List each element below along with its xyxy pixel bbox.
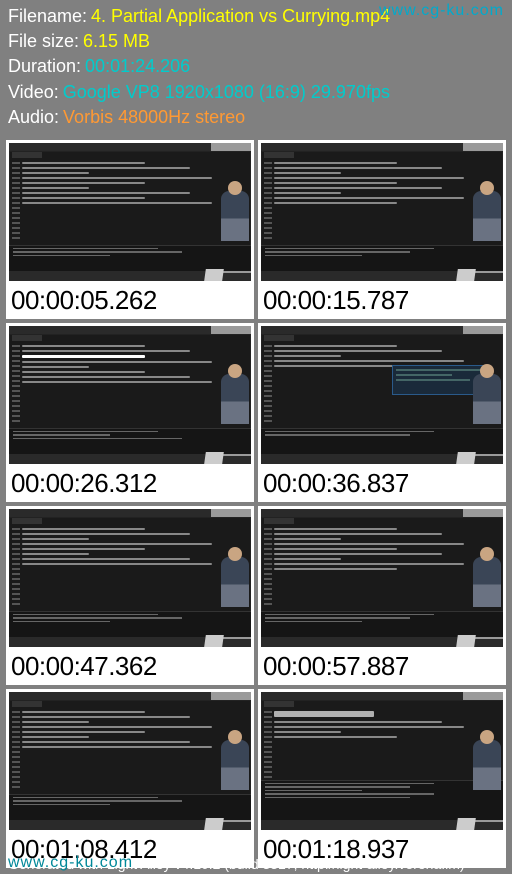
thumbnail-item: 00:00:36.837 — [258, 323, 506, 502]
thumbnail-image — [261, 509, 503, 647]
thumbnail-item: 00:00:26.312 — [6, 323, 254, 502]
filesize-value: 6.15 MB — [83, 29, 150, 54]
audio-value: Vorbis 48000Hz stereo — [63, 105, 245, 130]
filename-value: 4. Partial Application vs Currying.mp4 — [91, 4, 390, 29]
thumbnail-image — [9, 143, 251, 281]
thumbnail-image — [261, 326, 503, 464]
metadata-header: Filename: 4. Partial Application vs Curr… — [0, 0, 512, 134]
video-label: Video: — [8, 80, 59, 105]
thumbnail-item: 00:00:57.887 — [258, 506, 506, 685]
thumbnail-image — [9, 509, 251, 647]
watermark-top: www.cg-ku.com — [379, 2, 504, 20]
thumbnail-image — [9, 326, 251, 464]
timestamp-label: 00:00:57.887 — [261, 647, 503, 682]
thumbnail-item: 00:01:08.412 — [6, 689, 254, 868]
watermark-bottom: www.cg-ku.com — [8, 854, 133, 872]
timestamp-label: 00:00:47.362 — [9, 647, 251, 682]
filename-label: Filename: — [8, 4, 87, 29]
thumbnail-image — [261, 143, 503, 281]
timestamp-label: 00:00:26.312 — [9, 464, 251, 499]
timestamp-label: 00:00:36.837 — [261, 464, 503, 499]
duration-label: Duration: — [8, 54, 81, 79]
thumbnail-image — [261, 692, 503, 830]
timestamp-label: 00:00:05.262 — [9, 281, 251, 316]
thumbnail-item: 00:01:18.937 — [258, 689, 506, 868]
duration-value: 00:01:24.206 — [85, 54, 190, 79]
thumbnail-grid: 00:00:05.262 00:00:15.787 — [0, 136, 512, 872]
thumbnail-item: 00:00:05.262 — [6, 140, 254, 319]
video-value: Google VP8 1920x1080 (16:9) 29.970fps — [63, 80, 390, 105]
filesize-label: File size: — [8, 29, 79, 54]
thumbnail-item: 00:00:15.787 — [258, 140, 506, 319]
thumbnail-item: 00:00:47.362 — [6, 506, 254, 685]
audio-label: Audio: — [8, 105, 59, 130]
thumbnail-image — [9, 692, 251, 830]
timestamp-label: 00:00:15.787 — [261, 281, 503, 316]
